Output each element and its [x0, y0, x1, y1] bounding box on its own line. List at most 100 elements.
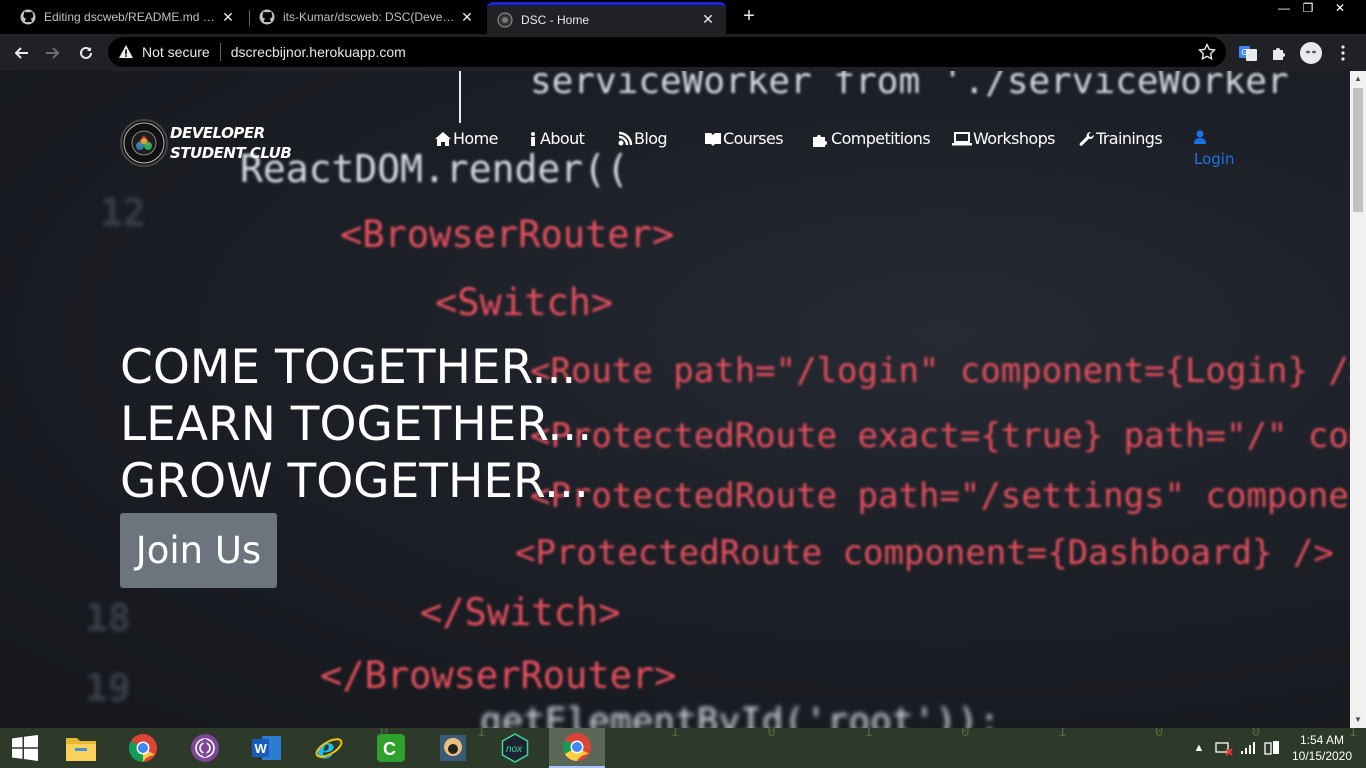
- svg-text:C: C: [383, 739, 396, 759]
- menu-kebab-icon[interactable]: [1332, 42, 1354, 64]
- dsc-logo-icon: [497, 12, 513, 27]
- chevron-up-icon[interactable]: ▲: [1192, 738, 1206, 758]
- nav-home[interactable]: Home: [434, 129, 498, 148]
- forward-button[interactable]: [40, 40, 66, 66]
- logo-text: DEVELOPER STUDENT CLUB: [170, 124, 292, 162]
- chrome-active-icon[interactable]: [549, 728, 605, 768]
- code-line: <Switch>: [435, 281, 614, 324]
- wrench-icon: [1079, 131, 1095, 147]
- close-icon[interactable]: ✕: [459, 9, 475, 26]
- url-text[interactable]: dscrecbijnor.herokuapp.com: [231, 44, 406, 60]
- dsc-logo-icon: [120, 119, 168, 167]
- login-link[interactable]: Login: [1194, 129, 1234, 169]
- puzzle-icon: [812, 131, 830, 147]
- scroll-thumb[interactable]: [1353, 88, 1363, 212]
- windows-taskbar: 0 1 0 1 0 1 0 1 0 0 1 0 1 W e C nox ▲ 1:…: [0, 728, 1366, 768]
- page-scrollbar[interactable]: ▲ ▼: [1350, 71, 1366, 728]
- line-number: 12: [100, 191, 146, 235]
- code-line: <ProtectedRoute component={Dashboard} />: [515, 533, 1334, 573]
- nav-label: Courses: [723, 129, 784, 148]
- nox-player-icon[interactable]: nox: [487, 728, 543, 768]
- svg-text:W: W: [255, 741, 268, 756]
- extensions-puzzle-icon[interactable]: [1268, 42, 1290, 64]
- line-number: 18: [85, 596, 131, 640]
- nav-courses[interactable]: Courses: [704, 129, 784, 148]
- chrome-icon[interactable]: [115, 728, 171, 768]
- star-icon[interactable]: [1198, 43, 1216, 61]
- tab-title: its-Kumar/dscweb: DSC(Develope: [283, 10, 455, 24]
- nav-label: About: [540, 129, 585, 148]
- internet-explorer-icon[interactable]: e: [301, 728, 357, 768]
- code-line: getElementById('root'));: [480, 701, 1001, 728]
- hero-line: COME TOGETHER...: [120, 340, 577, 395]
- info-icon: [529, 131, 537, 147]
- profile-avatar[interactable]: [1300, 42, 1322, 64]
- join-us-button[interactable]: Join Us: [120, 513, 277, 588]
- code-line: serviceWorker from './serviceWorker: [530, 71, 1289, 102]
- network-disconnected-icon[interactable]: [1214, 738, 1234, 758]
- nav-workshops[interactable]: Workshops: [952, 129, 1055, 148]
- nav-label: Workshops: [973, 129, 1055, 148]
- nav-label: Competitions: [831, 129, 931, 148]
- windows-start-icon[interactable]: [0, 728, 50, 768]
- tab-title: Editing dscweb/README.md at m: [44, 10, 216, 24]
- reload-button[interactable]: [73, 40, 99, 66]
- tab-repo[interactable]: its-Kumar/dscweb: DSC(Develope ✕: [249, 2, 485, 32]
- site-logo[interactable]: DEVELOPER STUDENT CLUB: [120, 119, 292, 167]
- svg-text:nox: nox: [506, 744, 523, 755]
- github-icon: [259, 9, 275, 25]
- tor-browser-icon[interactable]: [177, 728, 233, 768]
- code-line: ReactDOM.render((: [240, 147, 629, 191]
- google-translate-icon[interactable]: G: [1237, 42, 1259, 64]
- nav-competitions[interactable]: Competitions: [812, 129, 931, 148]
- github-icon: [20, 9, 36, 25]
- close-icon[interactable]: ✕: [220, 9, 236, 26]
- user-icon: [1194, 129, 1234, 149]
- text-cursor-line: [459, 71, 461, 123]
- svg-text:G: G: [1242, 48, 1248, 57]
- page-viewport: serviceWorker from './serviceWorker Reac…: [0, 71, 1350, 728]
- new-tab-button[interactable]: +: [737, 5, 761, 29]
- file-explorer-icon[interactable]: [53, 728, 109, 768]
- tab-title: DSC - Home: [521, 12, 590, 27]
- arrow-left-icon: [14, 47, 28, 59]
- tab-readme-edit[interactable]: Editing dscweb/README.md at m ✕: [10, 2, 246, 32]
- restore-button[interactable]: ❐: [1294, 0, 1322, 18]
- scroll-down-arrow-icon[interactable]: ▼: [1350, 712, 1366, 728]
- signal-bars-icon[interactable]: [1238, 738, 1258, 758]
- arrow-right-icon: [46, 47, 60, 59]
- close-window-button[interactable]: ✕: [1326, 0, 1354, 18]
- nav-label: Home: [453, 129, 498, 148]
- line-number: 19: [85, 666, 131, 710]
- browser-toolbar: Not secure dscrecbijnor.herokuapp.com G: [0, 34, 1366, 71]
- code-line: <ProtectedRoute path="/settings" compone…: [530, 476, 1350, 516]
- security-status[interactable]: Not secure: [142, 44, 210, 60]
- reload-icon: [80, 46, 92, 59]
- nav-about[interactable]: About: [529, 129, 585, 148]
- laptop-icon: [952, 131, 972, 146]
- nav-trainings[interactable]: Trainings: [1079, 129, 1163, 148]
- code-line: <BrowserRouter>: [340, 213, 675, 256]
- divider: [219, 43, 221, 61]
- code-line: </Switch>: [420, 591, 621, 634]
- hero-heading: COME TOGETHER... LEARN TOGETHER... GROW …: [120, 339, 592, 510]
- nav-blog[interactable]: Blog: [617, 129, 668, 148]
- home-icon: [434, 131, 452, 147]
- battery-power-icon[interactable]: [1262, 738, 1282, 758]
- warning-icon: [119, 45, 133, 58]
- word-icon[interactable]: W: [239, 728, 295, 768]
- tab-dsc-home[interactable]: DSC - Home ✕: [487, 2, 726, 34]
- address-bar[interactable]: Not secure dscrecbijnor.herokuapp.com: [108, 37, 1226, 67]
- nav-label: Trainings: [1096, 129, 1163, 148]
- tab-strip: Editing dscweb/README.md at m ✕ its-Kuma…: [0, 0, 1366, 34]
- close-icon[interactable]: ✕: [700, 11, 716, 28]
- game-icon[interactable]: [425, 728, 481, 768]
- hero-line: LEARN TOGETHER...: [120, 397, 593, 452]
- system-clock[interactable]: 1:54 AM 10/15/2020: [1290, 732, 1354, 764]
- blog-icon: [617, 131, 633, 147]
- nav-label: Blog: [634, 129, 668, 148]
- scroll-up-arrow-icon[interactable]: ▲: [1350, 71, 1366, 87]
- back-button[interactable]: [8, 40, 34, 66]
- camtasia-icon[interactable]: C: [363, 728, 419, 768]
- code-line: </BrowserRouter>: [320, 654, 677, 697]
